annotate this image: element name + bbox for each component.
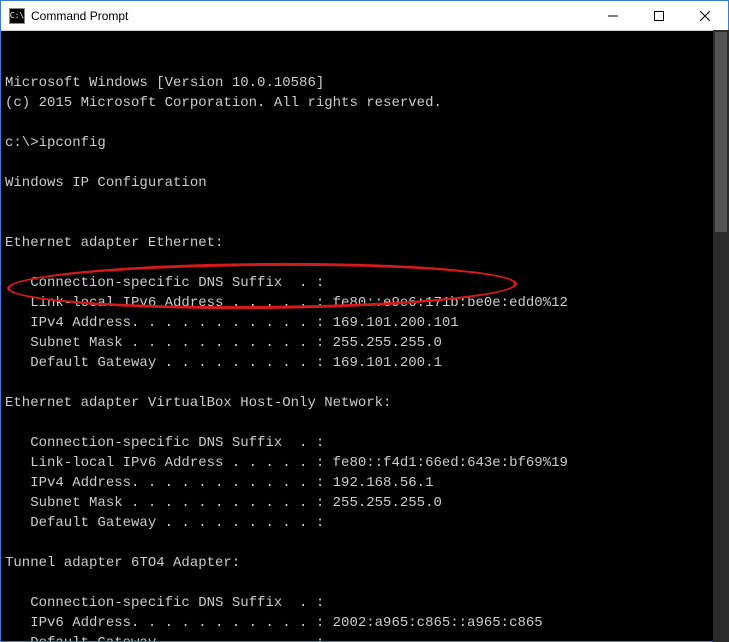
cmd-icon: C:\	[9, 8, 25, 24]
terminal-line: Connection-specific DNS Suffix . :	[5, 433, 724, 453]
terminal-line: Ethernet adapter VirtualBox Host-Only Ne…	[5, 393, 724, 413]
minimize-button[interactable]	[590, 1, 636, 30]
maximize-icon	[654, 11, 664, 21]
minimize-icon	[608, 11, 618, 21]
terminal-line: Connection-specific DNS Suffix . :	[5, 273, 724, 293]
scrollbar-vertical[interactable]	[713, 30, 729, 642]
scrollbar-thumb[interactable]	[715, 32, 727, 232]
terminal-line: Subnet Mask . . . . . . . . . . . : 255.…	[5, 493, 724, 513]
titlebar: C:\ Command Prompt	[1, 1, 728, 31]
close-button[interactable]	[682, 1, 728, 30]
terminal-line	[5, 113, 724, 133]
terminal-line: Default Gateway . . . . . . . . . : 169.…	[5, 353, 724, 373]
terminal-line: Windows IP Configuration	[5, 173, 724, 193]
terminal-line: IPv6 Address. . . . . . . . . . . : 2002…	[5, 613, 724, 633]
terminal-line: IPv4 Address. . . . . . . . . . . : 169.…	[5, 313, 724, 333]
terminal-line	[5, 193, 724, 213]
terminal-output[interactable]: Microsoft Windows [Version 10.0.10586](c…	[1, 31, 728, 641]
maximize-button[interactable]	[636, 1, 682, 30]
terminal-line: Connection-specific DNS Suffix . :	[5, 593, 724, 613]
terminal-line: Link-local IPv6 Address . . . . . : fe80…	[5, 293, 724, 313]
terminal-line: Link-local IPv6 Address . . . . . : fe80…	[5, 453, 724, 473]
terminal-line: Ethernet adapter Ethernet:	[5, 233, 724, 253]
terminal-line	[5, 213, 724, 233]
terminal-line: Default Gateway . . . . . . . . . :	[5, 513, 724, 533]
terminal-line	[5, 253, 724, 273]
terminal-line: Microsoft Windows [Version 10.0.10586]	[5, 73, 724, 93]
terminal-line: Default Gateway . . . . . . . . . :	[5, 633, 724, 641]
terminal-line	[5, 413, 724, 433]
terminal-line: (c) 2015 Microsoft Corporation. All righ…	[5, 93, 724, 113]
terminal-line: Tunnel adapter 6TO4 Adapter:	[5, 553, 724, 573]
window-controls	[590, 1, 728, 30]
terminal-line: Subnet Mask . . . . . . . . . . . : 255.…	[5, 333, 724, 353]
terminal-line	[5, 573, 724, 593]
terminal-line	[5, 373, 724, 393]
terminal-line	[5, 533, 724, 553]
terminal-line	[5, 153, 724, 173]
window-title: Command Prompt	[31, 9, 590, 23]
close-icon	[700, 11, 710, 21]
terminal-line: c:\>ipconfig	[5, 133, 724, 153]
terminal-line: IPv4 Address. . . . . . . . . . . : 192.…	[5, 473, 724, 493]
